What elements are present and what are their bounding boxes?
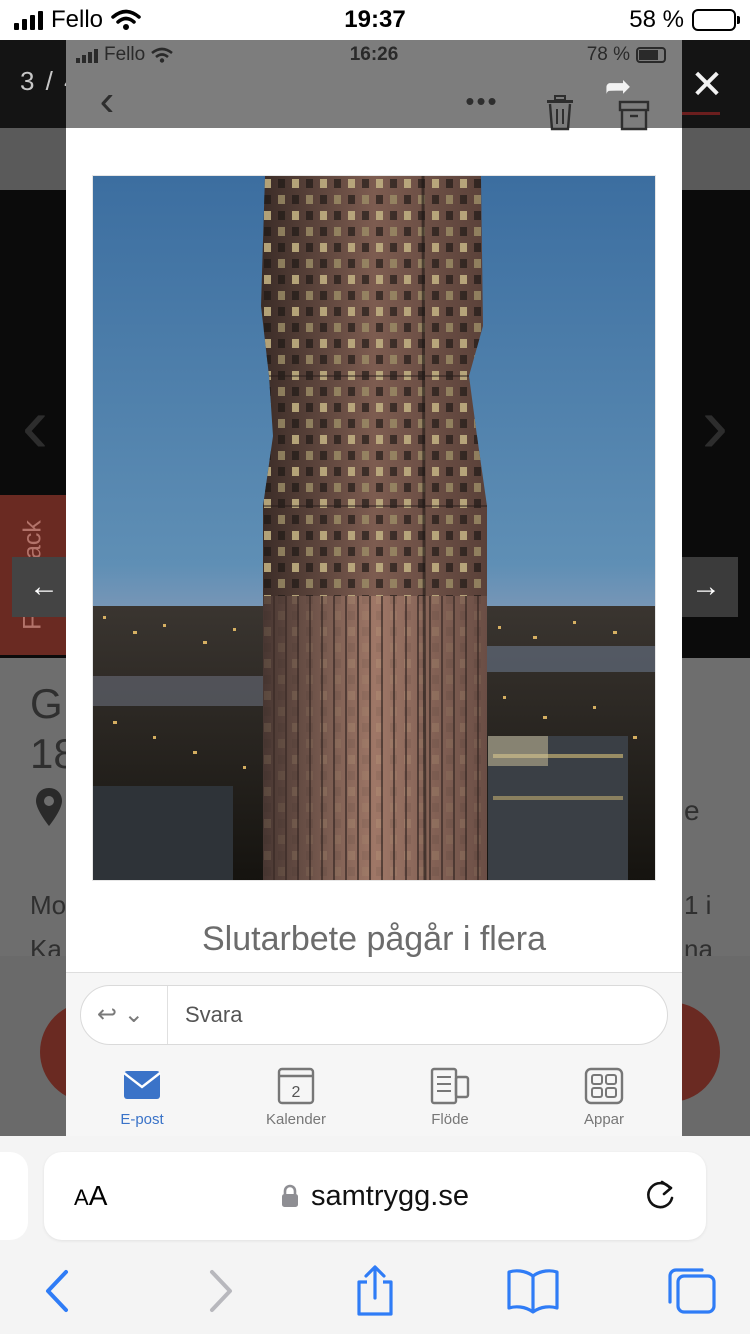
safari-address-row: AA samtrygg.se (0, 1136, 750, 1246)
image-reply-area: ↩ ⌄ Svara E-post 2 Kalender Flöde Appar (66, 972, 682, 1136)
bg-text-fragment: Mo (30, 890, 67, 920)
bg-text-fragment: e (684, 795, 700, 826)
image-tab-feed: Flöde (390, 1063, 510, 1128)
previous-tab-peek[interactable] (0, 1152, 28, 1240)
image-tab-label: Kalender (265, 1111, 327, 1128)
url-display[interactable]: samtrygg.se (44, 1152, 706, 1240)
image-back-chevron-icon: ‹ (99, 76, 115, 125)
safari-toolbar (0, 1246, 750, 1334)
image-tab-email: E-post (82, 1063, 202, 1128)
status-bar: Fello 19:37 58 % (0, 0, 750, 40)
image-top-bar: Fello 16:26 78 % ‹ ••• (66, 40, 682, 131)
close-gallery-button[interactable]: ✕ (680, 58, 734, 112)
image-tab-label: E-post (120, 1111, 164, 1128)
battery-percent: 58 % (629, 6, 684, 33)
lock-icon (282, 1184, 299, 1207)
reload-icon[interactable] (640, 1176, 680, 1216)
battery-icon (692, 9, 740, 31)
image-tab-label: Appar (583, 1111, 625, 1128)
url-text: samtrygg.se (311, 1179, 469, 1212)
mail-icon (123, 1071, 161, 1099)
back-button[interactable] (28, 1264, 88, 1318)
image-share-arrow-icon: ➦ (604, 68, 632, 104)
image-battery-level (639, 50, 658, 60)
bg-heading-fragment: G (30, 680, 63, 727)
address-bar[interactable]: AA samtrygg.se (44, 1152, 706, 1240)
image-trash-icon (547, 95, 573, 131)
feed-icon (430, 1067, 470, 1105)
forward-button[interactable] (190, 1264, 250, 1318)
image-tab-calendar: 2 Kalender (236, 1063, 356, 1128)
apps-grid-icon (584, 1067, 624, 1105)
image-tab-bar: E-post 2 Kalender Flöde Appar (66, 1063, 682, 1136)
next-image-button[interactable]: → (674, 557, 738, 617)
image-battery-icon (636, 47, 666, 63)
bg-chevron-left-icon: ‹ (21, 380, 49, 469)
image-tab-label: Flöde (431, 1111, 469, 1128)
image-reply-field: ↩ ⌄ Svara (80, 985, 668, 1045)
image-article-caption: Slutarbete pågår i flera (202, 920, 546, 958)
bg-text-fragment: 1 i (684, 890, 712, 920)
tower-photo (92, 175, 656, 881)
image-battery-status: 78 % (587, 44, 666, 66)
calendar-day: 2 (292, 1084, 301, 1101)
arrow-right-icon: → (691, 570, 721, 603)
image-reply-arrow-icon: ↩ ⌄ (97, 1001, 144, 1028)
location-pin-icon (36, 788, 62, 826)
image-more-icon: ••• (465, 86, 499, 116)
calendar-icon: 2 (277, 1067, 315, 1105)
image-tab-apps: Appar (544, 1063, 664, 1128)
bg-chevron-right-icon: › (701, 380, 729, 469)
battery-status: 58 % (629, 6, 740, 34)
close-icon: ✕ (690, 63, 724, 107)
bookmarks-button[interactable] (503, 1264, 563, 1318)
image-reply-placeholder: Svara (185, 1002, 243, 1027)
share-button[interactable] (345, 1264, 405, 1318)
tabs-button[interactable] (662, 1264, 722, 1318)
image-battery-percent: 78 % (586, 44, 630, 65)
gallery-image: Fello 16:26 78 % ‹ ••• Slutarbete pågår … (66, 40, 682, 1136)
arrow-left-icon: ← (29, 570, 59, 603)
